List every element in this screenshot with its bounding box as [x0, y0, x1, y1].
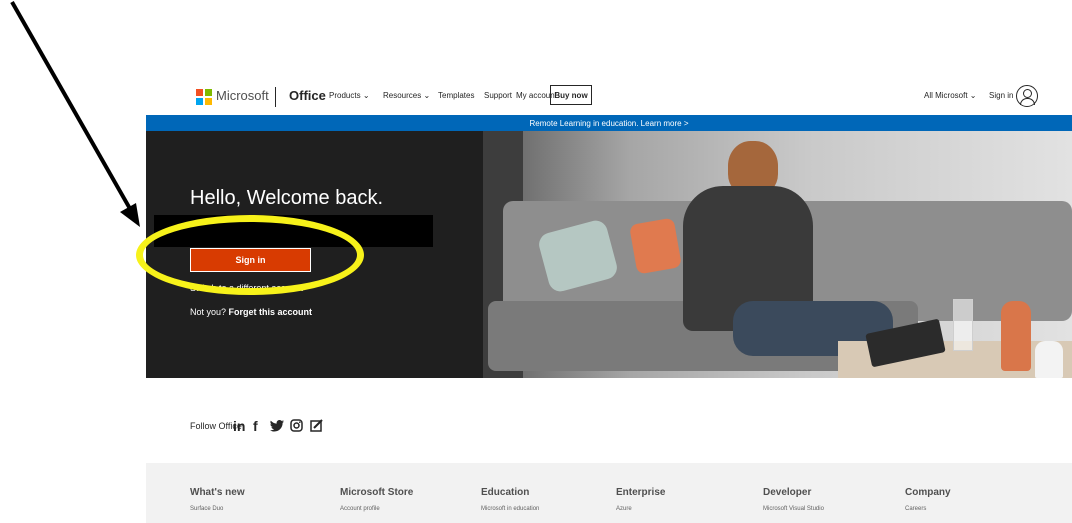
- annotation-highlight-ellipse: [136, 215, 364, 295]
